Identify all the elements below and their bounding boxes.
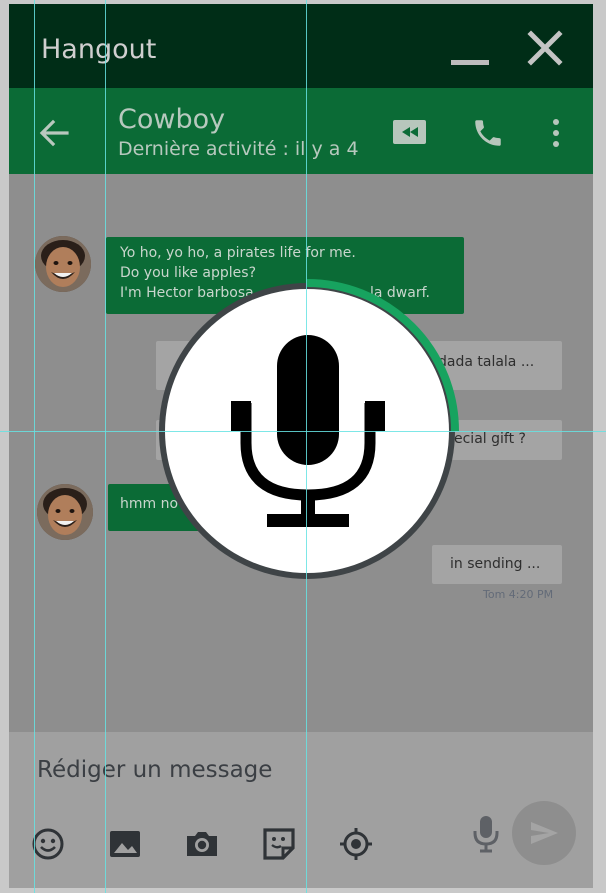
guide-line-vertical xyxy=(306,0,307,893)
minimize-icon xyxy=(451,60,489,65)
voice-input-button[interactable] xyxy=(472,814,500,854)
message-text: ecial gift ? xyxy=(454,431,526,447)
close-icon xyxy=(527,30,563,66)
microphone-icon xyxy=(473,816,499,853)
back-button[interactable] xyxy=(37,116,71,150)
contact-status: Dernière activité : il y a 4 xyxy=(118,138,359,160)
phone-icon xyxy=(475,120,501,146)
sticker-icon xyxy=(263,828,295,860)
camera-icon xyxy=(187,832,217,856)
message-timestamp: Tom 4:20 PM xyxy=(483,588,554,601)
voice-call-button[interactable] xyxy=(471,116,505,150)
sticker-button[interactable] xyxy=(261,826,297,862)
video-call-button[interactable] xyxy=(392,118,430,148)
video-camera-icon xyxy=(393,120,426,144)
image-icon xyxy=(110,831,140,857)
message-text: in sending ... xyxy=(450,556,541,572)
location-icon xyxy=(340,828,372,860)
contact-photo xyxy=(37,484,93,540)
more-options-button[interactable] xyxy=(546,116,566,150)
emoji-icon xyxy=(32,828,64,860)
contact-name: Cowboy xyxy=(118,104,226,135)
emoji-button[interactable] xyxy=(30,826,66,862)
contact-photo xyxy=(35,236,91,292)
avatar xyxy=(35,236,91,292)
guide-line-vertical xyxy=(34,0,35,893)
send-icon xyxy=(531,822,558,844)
send-button[interactable] xyxy=(512,801,576,865)
message-line: Yo ho, yo ho, a pirates life for me. xyxy=(120,245,356,261)
minimize-button[interactable] xyxy=(449,42,489,72)
guide-line-vertical xyxy=(105,0,106,893)
chat-header xyxy=(9,88,593,174)
message-input[interactable] xyxy=(37,748,457,792)
close-button[interactable] xyxy=(527,30,567,70)
arrow-left-icon xyxy=(39,119,69,147)
guide-line-horizontal xyxy=(0,431,606,432)
camera-button[interactable] xyxy=(184,826,220,862)
image-button[interactable] xyxy=(107,826,143,862)
app-title: Hangout xyxy=(41,34,157,65)
more-vert-icon xyxy=(553,119,559,147)
avatar xyxy=(37,484,93,540)
location-button[interactable] xyxy=(338,826,374,862)
